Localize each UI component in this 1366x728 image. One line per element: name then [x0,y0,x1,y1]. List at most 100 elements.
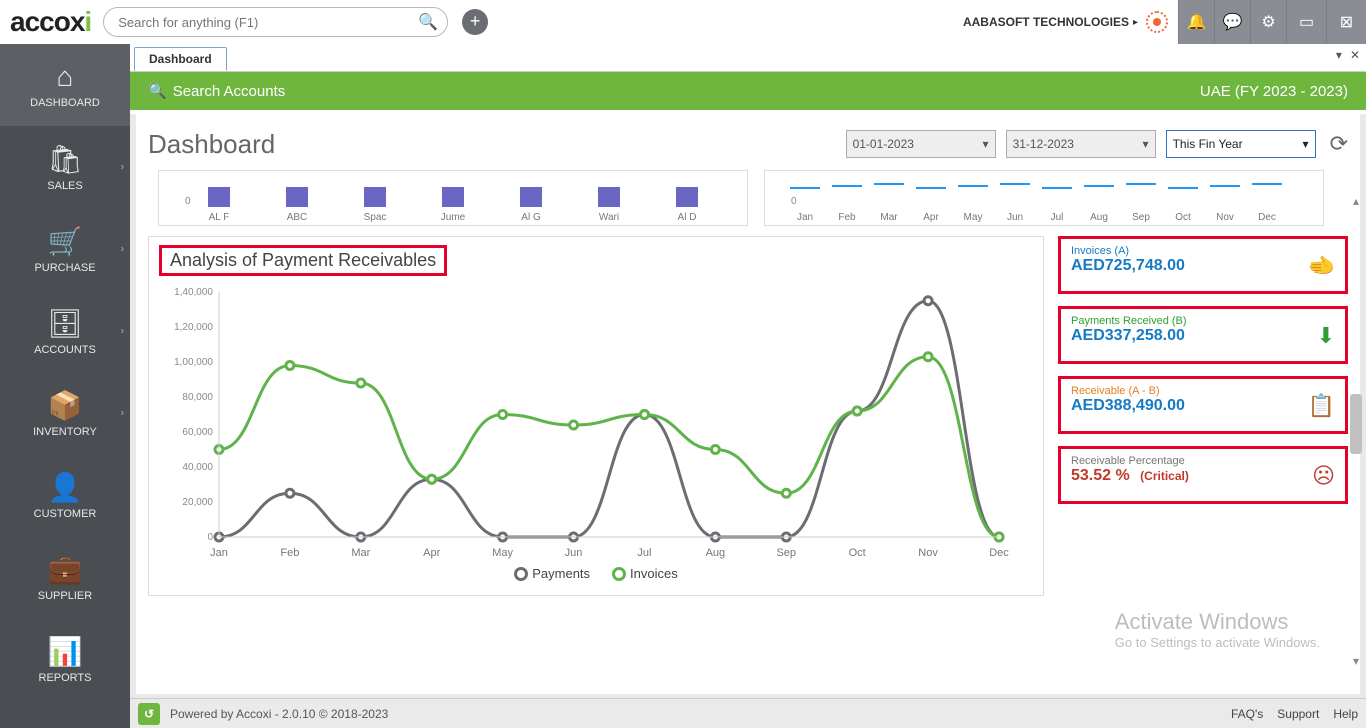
status-bar: ↺ Powered by Accoxi - 2.0.10 © 2018-2023… [130,698,1366,728]
svg-text:20,000: 20,000 [182,497,213,508]
point [499,411,507,419]
nav-label: ACCOUNTS [34,344,96,356]
mini-line-label: Sep [1132,212,1150,223]
side-nav: ⌂ DASHBOARD 🛍 SALES ›🛒 PURCHASE ›🗄 ACCOU… [0,44,130,728]
kpi-payments[interactable]: Payments Received (B) AED337,258.00 ⬇︎ [1058,306,1348,364]
quick-add-button[interactable]: + [462,9,488,35]
svg-text:May: May [492,547,513,559]
nav-label: REPORTS [39,672,92,684]
svg-text:Apr: Apr [423,547,440,559]
mini-line-seg [916,187,946,189]
inventory-icon: 📦 [48,389,83,422]
mini-bar-label: ABC [287,212,308,223]
mini-bar-label: Al D [678,212,697,223]
mini-bar-label: AL F [209,212,230,223]
nav-inventory[interactable]: 📦 INVENTORY › [0,372,130,454]
mini-line-label: Nov [1216,212,1234,223]
date-from-select[interactable]: 01-01-2023▾ [846,130,996,158]
chat-icon[interactable]: 💬 [1214,0,1250,44]
nav-sales[interactable]: 🛍 SALES › [0,126,130,208]
sad-face-icon: ☹ [1312,463,1335,489]
mini-line-label: Mar [880,212,897,223]
mini-bar-zero: 0 [185,196,191,207]
mini-line-seg [1210,185,1240,187]
svg-text:Sep: Sep [776,547,796,559]
mini-line-label: Dec [1258,212,1276,223]
tab-dashboard[interactable]: Dashboard [134,47,227,71]
mini-line-label: May [964,212,983,223]
footer-link-faqs[interactable]: FAQ's [1231,707,1263,721]
bell-icon[interactable]: 🔔 [1178,0,1214,44]
top-bar: accoxi 🔍 + AABASOFT TECHNOLOGIES ▸ 🔔 💬 ⚙… [0,0,1366,44]
kpi-invoices[interactable]: Invoices (A) AED725,748.00 🫲 [1058,236,1348,294]
mini-line-chart: 0 JanFebMarAprMayJunJulAugSepOctNovDec [764,170,1324,226]
svg-text:0: 0 [207,532,213,543]
chart-legend: Payments Invoices [159,566,1033,581]
search-accounts-label[interactable]: Search Accounts [173,83,286,100]
scroll-up-icon[interactable]: ▴ [1348,194,1364,208]
dashboard-icon: ⌂ [57,61,74,93]
tab-close-icon[interactable]: ✕ [1350,48,1360,62]
sales-icon: 🛍 [47,143,83,176]
search-input[interactable] [103,7,448,37]
footer-link-help[interactable]: Help [1333,707,1358,721]
purchase-icon: 🛒 [48,225,83,258]
kpi-receivable[interactable]: Receivable (A - B) AED388,490.00 📋 [1058,376,1348,434]
nav-label: SUPPLIER [38,590,92,602]
nav-supplier[interactable]: 💼 SUPPLIER [0,536,130,618]
status-critical: (Critical) [1140,469,1189,483]
refresh-icon[interactable]: ⟳ [1330,131,1348,157]
nav-accounts[interactable]: 🗄 ACCOUNTS › [0,290,130,372]
mini-line-label: Apr [923,212,939,223]
mini-line-seg [1042,187,1072,189]
svg-text:Oct: Oct [849,547,866,559]
nav-reports[interactable]: 📊 REPORTS [0,618,130,700]
context-bar: 🔍 Search Accounts UAE (FY 2023 - 2023) [130,72,1366,110]
nav-purchase[interactable]: 🛒 PURCHASE › [0,208,130,290]
page-title: Dashboard [148,129,275,160]
nav-customer[interactable]: 👤 CUSTOMER [0,454,130,536]
period-select[interactable]: This Fin Year▾ [1166,130,1316,158]
nav-label: PURCHASE [34,262,95,274]
footer-text: Powered by Accoxi - 2.0.10 © 2018-2023 [170,707,388,721]
brand-swirl-icon[interactable] [1146,11,1168,33]
footer-link-support[interactable]: Support [1277,707,1319,721]
svg-text:80,000: 80,000 [182,392,213,403]
scroll-thumb[interactable] [1350,394,1362,454]
svg-text:Jan: Jan [210,547,228,559]
point [286,362,294,370]
kpi-percentage[interactable]: Receivable Percentage 53.52 % (Critical)… [1058,446,1348,504]
nav-label: SALES [47,180,82,192]
search-icon[interactable]: 🔍 [418,12,438,32]
svg-text:Aug: Aug [706,547,726,559]
chevron-right-icon: › [121,408,124,419]
minimize-icon[interactable]: ▭ [1286,0,1326,44]
chevron-down-icon: ▾ [1143,137,1149,151]
scroll-down-icon[interactable]: ▾ [1348,654,1364,668]
nav-dashboard[interactable]: ⌂ DASHBOARD [0,44,130,126]
date-to-select[interactable]: 31-12-2023▾ [1006,130,1156,158]
mini-line-seg [1168,187,1198,189]
mini-bar [286,187,308,207]
customer-icon: 👤 [48,471,83,504]
search-accounts-icon[interactable]: 🔍 [148,82,167,100]
main-area: Dashboard ▾ ✕ 🔍 Search Accounts UAE (FY … [130,44,1366,728]
company-caret-icon[interactable]: ▸ [1133,17,1138,28]
gear-icon[interactable]: ⚙ [1250,0,1286,44]
mini-bar [442,187,464,207]
tab-dropdown-icon[interactable]: ▾ [1336,48,1342,62]
mini-line-zero: 0 [791,196,797,207]
mini-bar-chart: 0 AL FABCSpacJumeAl GWariAl D [158,170,748,226]
reports-icon: 📊 [48,635,83,668]
chevron-right-icon: › [121,326,124,337]
svg-text:1,40,000: 1,40,000 [174,287,213,298]
point [924,353,932,361]
global-search[interactable]: 🔍 [103,7,448,37]
mini-bar-label: Jume [441,212,465,223]
company-name[interactable]: AABASOFT TECHNOLOGIES [963,15,1129,29]
point [711,446,719,454]
svg-text:40,000: 40,000 [182,462,213,473]
vertical-scrollbar[interactable]: ▴ ▾ [1348,194,1364,668]
windows-watermark: Activate Windows Go to Settings to activ… [1115,609,1320,650]
close-icon[interactable]: ⊠ [1326,0,1366,44]
